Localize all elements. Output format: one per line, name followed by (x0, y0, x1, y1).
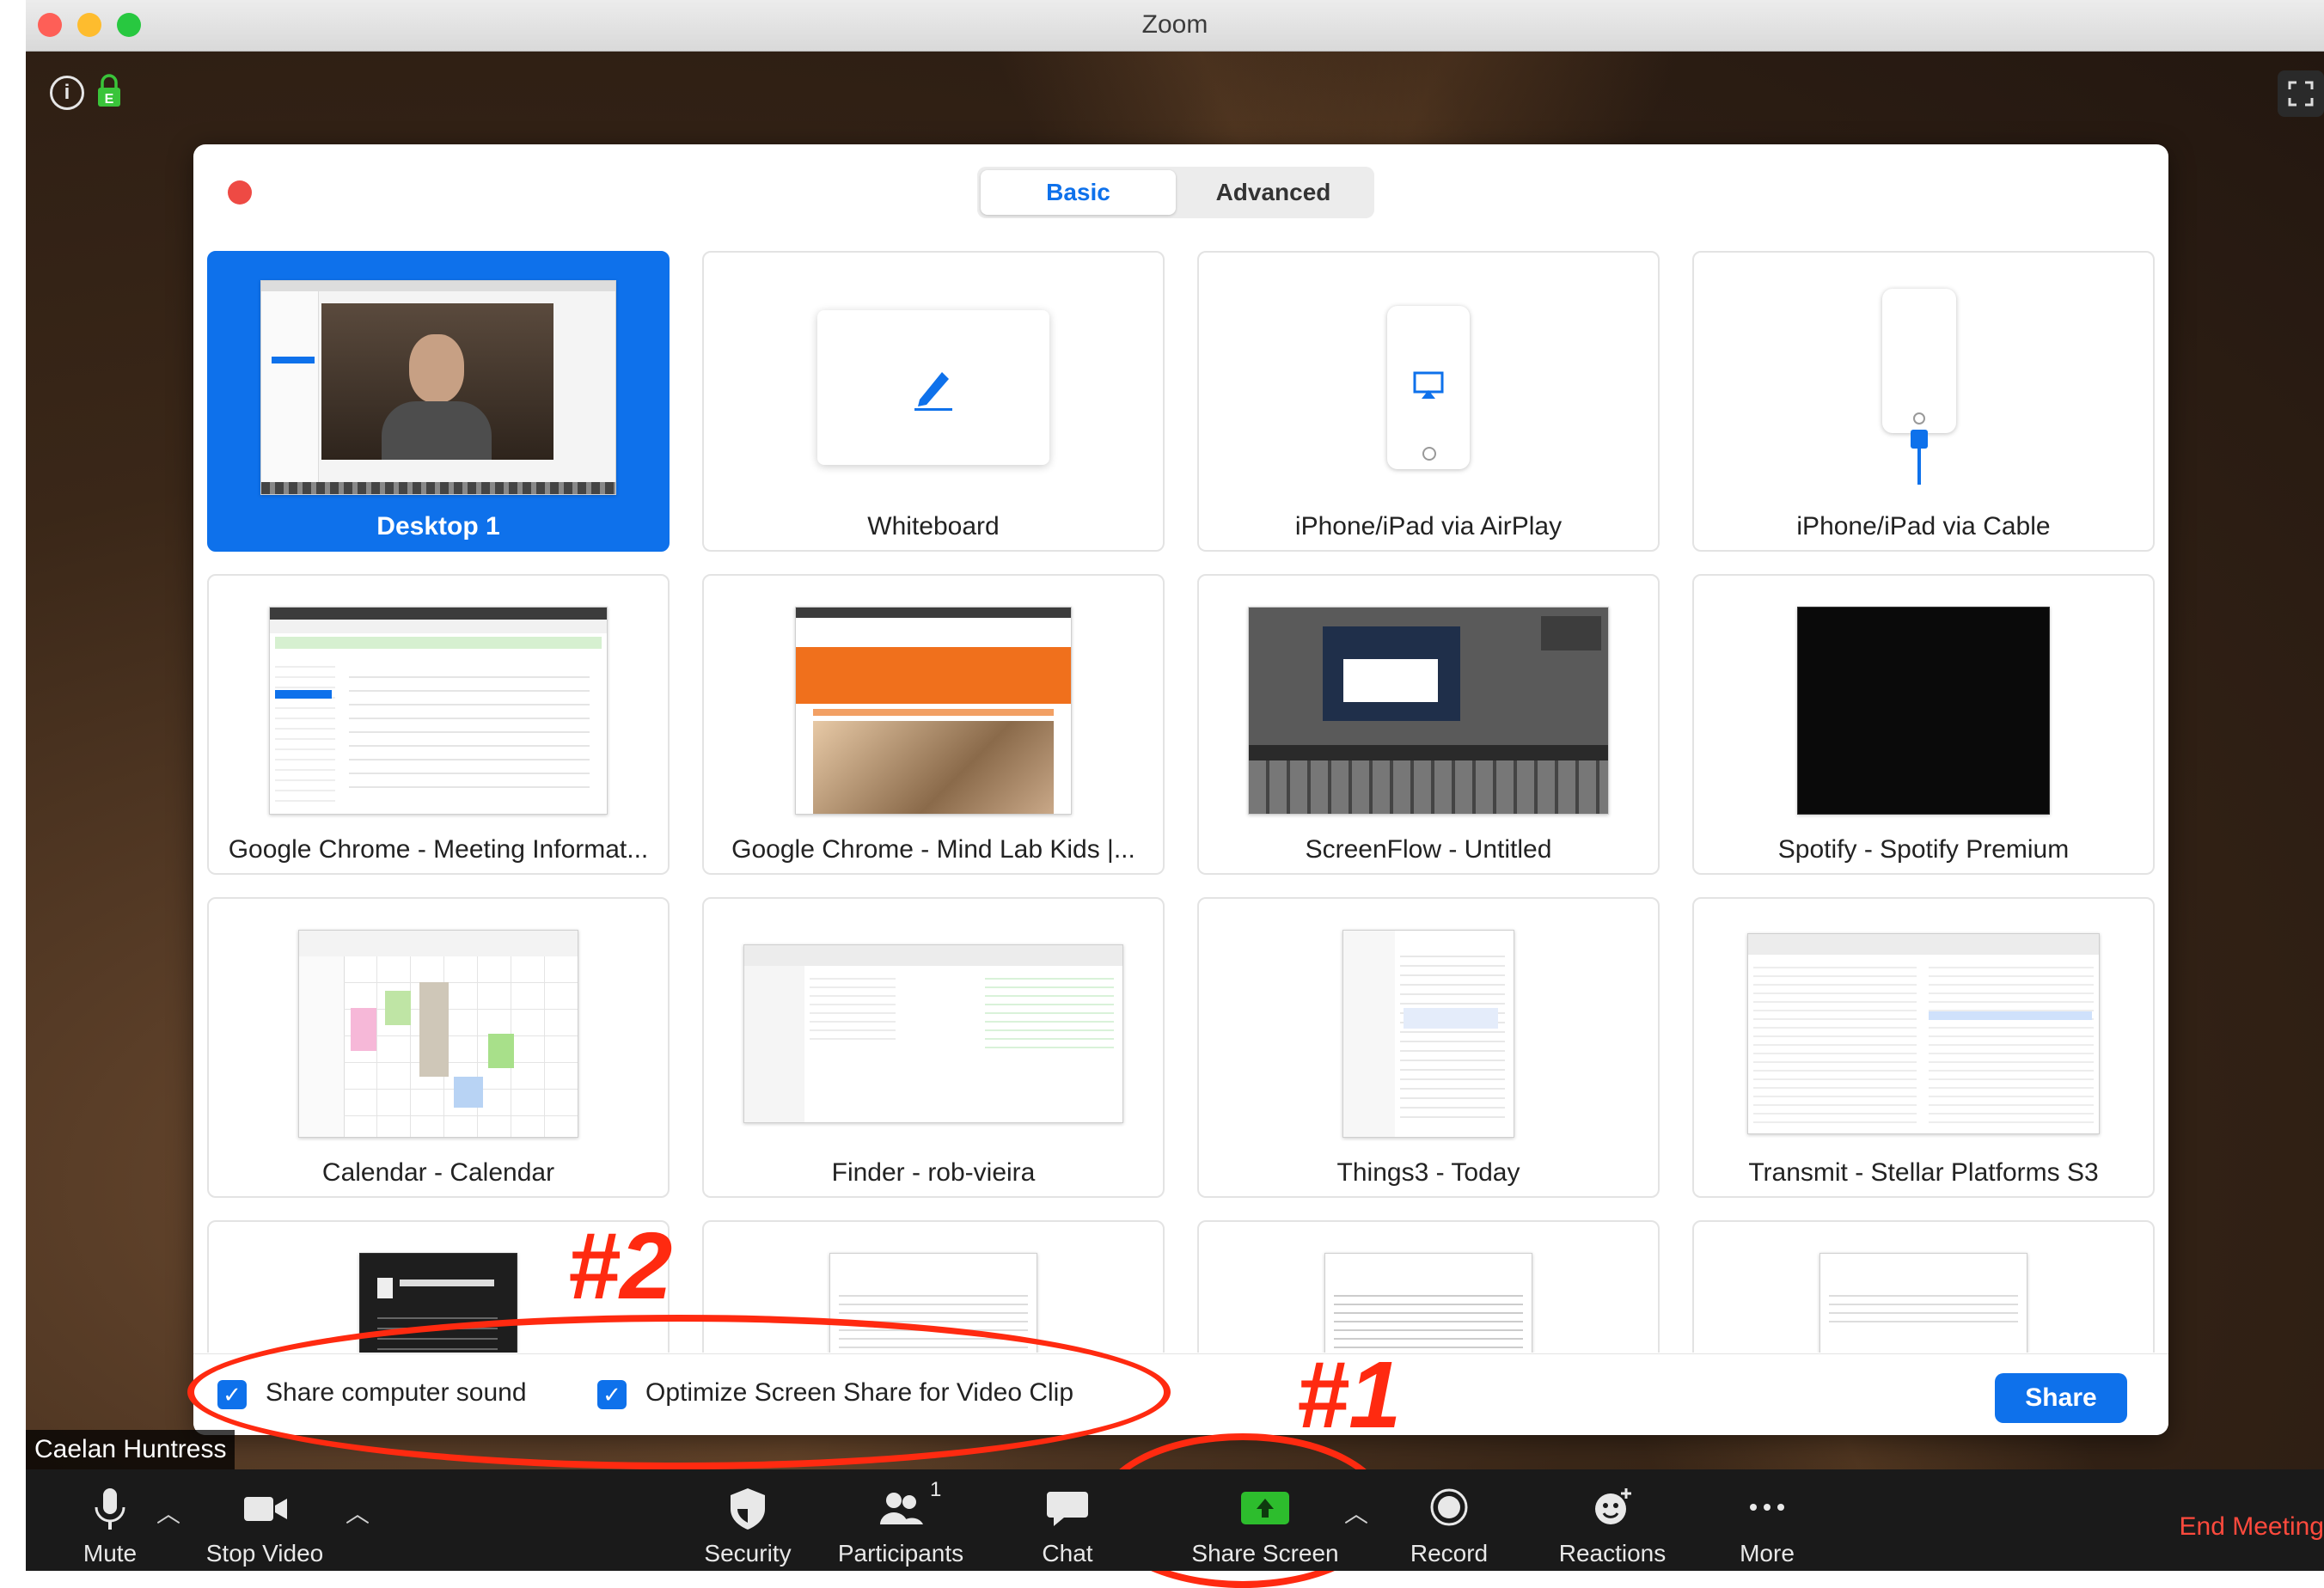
share-tile-whiteboard[interactable]: Whiteboard (702, 251, 1165, 552)
tile-label: Finder - rob-vieira (831, 1158, 1036, 1187)
airplay-icon (1413, 371, 1444, 399)
share-screen-dialog: Basic Advanced Desktop 1 Whiteboard iPho… (193, 144, 2168, 1435)
stop-video-label: Stop Video (205, 1540, 324, 1567)
tile-label: Google Chrome - Meeting Informat... (228, 835, 649, 864)
more-button[interactable]: More (1690, 1476, 1844, 1571)
end-meeting-button[interactable]: End Meeting (2180, 1512, 2324, 1542)
audio-options-chevron-up-icon[interactable]: ︿ (156, 1495, 182, 1527)
document-thumbnail (1324, 1251, 1532, 1353)
tab-basic[interactable]: Basic (981, 170, 1176, 215)
smiley-plus-icon (1595, 1488, 1631, 1524)
microphone-icon (95, 1488, 125, 1530)
reactions-label: Reactions (1558, 1540, 1667, 1567)
participants-button[interactable]: 1 Participants (823, 1476, 978, 1571)
share-tile-iphone-airplay[interactable]: iPhone/iPad via AirPlay (1197, 251, 1660, 552)
window-title: Zoom (1141, 10, 1208, 39)
tile-label: iPhone/iPad via AirPlay (1294, 512, 1563, 541)
things-thumbnail (1342, 928, 1514, 1139)
share-screen-arrow-icon (1241, 1492, 1289, 1524)
airplay-thumbnail (1387, 282, 1470, 493)
tab-advanced[interactable]: Advanced (1176, 170, 1371, 215)
whiteboard-thumbnail (817, 282, 1049, 493)
cable-thumbnail (1882, 282, 1965, 493)
calendar-thumbnail (298, 928, 578, 1139)
record-label: Record (1410, 1540, 1489, 1567)
annotation-label-2: #2 (567, 1213, 673, 1319)
tile-label: Things3 - Today (1336, 1158, 1520, 1187)
share-tile-finder[interactable]: Finder - rob-vieira (702, 897, 1165, 1198)
share-tile-iphone-cable[interactable]: iPhone/iPad via Cable (1692, 251, 2155, 552)
share-tile-chrome-mindlab[interactable]: Google Chrome - Mind Lab Kids |... (702, 574, 1165, 875)
share-screen-label: Share Screen (1191, 1540, 1339, 1567)
transmit-thumbnail (1747, 928, 2100, 1139)
share-tile-spotify[interactable]: Spotify - Spotify Premium (1692, 574, 2155, 875)
tile-label: ScreenFlow - Untitled (1305, 835, 1552, 864)
chrome-window-thumbnail (795, 605, 1072, 816)
encryption-lock-icon[interactable]: E (96, 74, 122, 108)
more-label: More (1740, 1540, 1795, 1567)
tile-label: Desktop 1 (376, 512, 500, 541)
reactions-button[interactable]: Reactions (1535, 1476, 1690, 1571)
participants-icon (880, 1493, 923, 1524)
desktop-thumbnail (260, 280, 616, 495)
participants-label: Participants (837, 1540, 964, 1567)
chat-bubble-icon (1047, 1492, 1088, 1526)
video-camera-icon (244, 1497, 287, 1521)
meeting-toolbar: Mute ︿ Stop Video ︿ Security 1 Participa… (26, 1469, 2324, 1571)
share-tile-document[interactable] (1197, 1220, 1660, 1353)
shield-icon (731, 1488, 765, 1530)
svg-text:E: E (105, 92, 114, 107)
share-tile-chrome-meeting[interactable]: Google Chrome - Meeting Informat... (207, 574, 670, 875)
tile-label: Google Chrome - Mind Lab Kids |... (731, 835, 1135, 864)
share-mode-tabs: Basic Advanced (977, 167, 1374, 218)
participants-count: 1 (930, 1478, 942, 1501)
tile-label: Calendar - Calendar (321, 1158, 555, 1187)
share-tile-things[interactable]: Things3 - Today (1197, 897, 1660, 1198)
window-titlebar: Zoom (26, 0, 2324, 52)
share-screen-button[interactable]: Share Screen (1162, 1476, 1368, 1571)
chat-label: Chat (1042, 1540, 1093, 1567)
share-button[interactable]: Share (1995, 1373, 2127, 1423)
screenflow-thumbnail (1248, 605, 1609, 816)
tile-label: iPhone/iPad via Cable (1796, 512, 2051, 541)
mute-label: Mute (83, 1540, 138, 1567)
security-label: Security (704, 1540, 792, 1567)
chrome-window-thumbnail (269, 605, 608, 816)
cable-icon (1911, 430, 1928, 449)
stop-video-button[interactable]: Stop Video (187, 1476, 342, 1571)
tile-label: Whiteboard (867, 512, 1000, 541)
finder-thumbnail (743, 928, 1123, 1139)
share-tile-document[interactable] (1692, 1220, 2155, 1353)
security-button[interactable]: Security (670, 1476, 825, 1571)
info-icon[interactable]: i (50, 76, 84, 110)
tile-label: Spotify - Spotify Premium (1777, 835, 2070, 864)
share-options-chevron-up-icon[interactable]: ︿ (1344, 1495, 1370, 1527)
document-thumbnail (1819, 1251, 2027, 1353)
share-tile-transmit[interactable]: Transmit - Stellar Platforms S3 (1692, 897, 2155, 1198)
participant-name-tag: Caelan Huntress (26, 1430, 235, 1469)
record-button[interactable]: Record (1372, 1476, 1526, 1571)
share-source-grid: Desktop 1 Whiteboard iPhone/iPad via Air… (207, 251, 2155, 1353)
annotation-label-1: #1 (1296, 1342, 1402, 1448)
record-icon (1430, 1488, 1468, 1526)
pencil-icon (914, 372, 952, 411)
tile-label: Transmit - Stellar Platforms S3 (1748, 1158, 2099, 1187)
share-tile-desktop-1[interactable]: Desktop 1 (207, 251, 670, 552)
share-tile-calendar[interactable]: Calendar - Calendar (207, 897, 670, 1198)
dialog-close-button[interactable] (228, 180, 252, 205)
chat-button[interactable]: Chat (990, 1476, 1145, 1571)
share-tile-screenflow[interactable]: ScreenFlow - Untitled (1197, 574, 1660, 875)
fullscreen-icon[interactable] (2278, 70, 2324, 117)
video-options-chevron-up-icon[interactable]: ︿ (346, 1495, 371, 1527)
spotify-thumbnail (1797, 605, 2050, 816)
more-dots-icon (1750, 1504, 1784, 1511)
annotation-oval-2 (187, 1315, 1171, 1469)
